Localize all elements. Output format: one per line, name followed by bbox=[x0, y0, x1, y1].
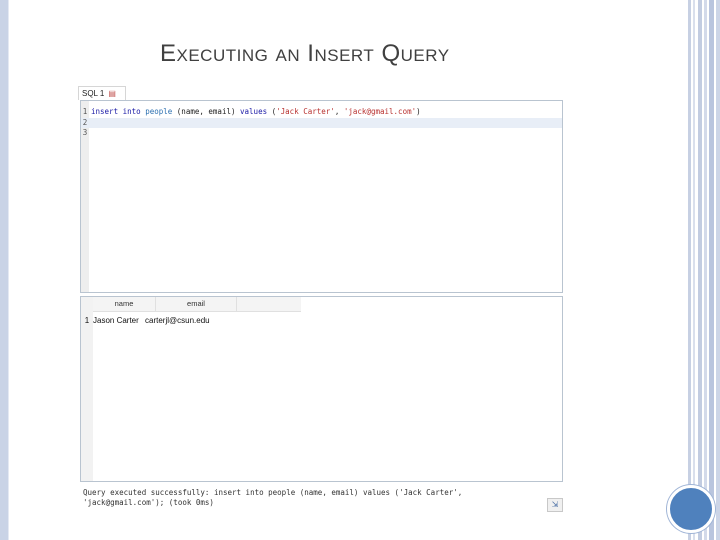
paren-close: ) bbox=[416, 107, 421, 116]
string-literal-name: 'Jack Carter' bbox=[276, 107, 335, 116]
slide-right-stripe bbox=[693, 0, 695, 540]
slide-left-border bbox=[0, 0, 8, 540]
slide-right-stripe bbox=[716, 0, 720, 540]
cell-email[interactable]: carterjl@csun.edu bbox=[145, 315, 225, 327]
row-number: 1 bbox=[84, 316, 90, 325]
slide-decorative-circle bbox=[667, 485, 715, 533]
slide-right-stripe bbox=[698, 0, 702, 540]
sql-keyword-values: values bbox=[240, 107, 268, 116]
tab-label: SQL 1 bbox=[82, 89, 105, 98]
string-literal-email: 'jack@gmail.com' bbox=[343, 107, 417, 116]
results-header: name email bbox=[93, 297, 301, 312]
cell-name[interactable]: Jason Carter bbox=[93, 315, 145, 327]
tab-sql-1[interactable]: SQL 1 ▤ bbox=[78, 86, 126, 100]
separator: , bbox=[334, 107, 344, 116]
line-number: 3 bbox=[82, 128, 88, 137]
slide-right-stripe bbox=[688, 0, 691, 540]
editor-line[interactable]: 1 insert into people (name, email) values… bbox=[81, 107, 562, 117]
slide-title: Executing an Insert Query bbox=[160, 40, 450, 67]
slide-right-stripe bbox=[704, 0, 707, 540]
column-header-name[interactable]: name bbox=[93, 297, 156, 311]
line-number: 2 bbox=[82, 118, 88, 127]
sql-keyword: insert into bbox=[91, 107, 141, 116]
editor-line[interactable]: 3 bbox=[81, 128, 562, 138]
line-number: 1 bbox=[82, 107, 88, 116]
column-list: (name, email) bbox=[176, 107, 236, 116]
slide-right-stripe bbox=[709, 0, 714, 540]
results-grid[interactable]: name email 1 Jason Carter carterjl@csun.… bbox=[80, 296, 563, 482]
table-row[interactable]: 1 Jason Carter carterjl@csun.edu bbox=[81, 315, 311, 327]
sql-editor[interactable]: 1 insert into people (name, email) values… bbox=[80, 100, 563, 293]
slide-left-border-line bbox=[8, 0, 9, 540]
close-icon[interactable]: ▤ bbox=[108, 89, 116, 98]
editor-line-current[interactable]: 2 bbox=[81, 118, 562, 128]
column-header-email[interactable]: email bbox=[156, 297, 237, 311]
table-name: people bbox=[145, 107, 173, 116]
status-message: Query executed successfully: insert into… bbox=[83, 488, 463, 507]
export-icon[interactable]: ⇲ bbox=[547, 498, 563, 512]
